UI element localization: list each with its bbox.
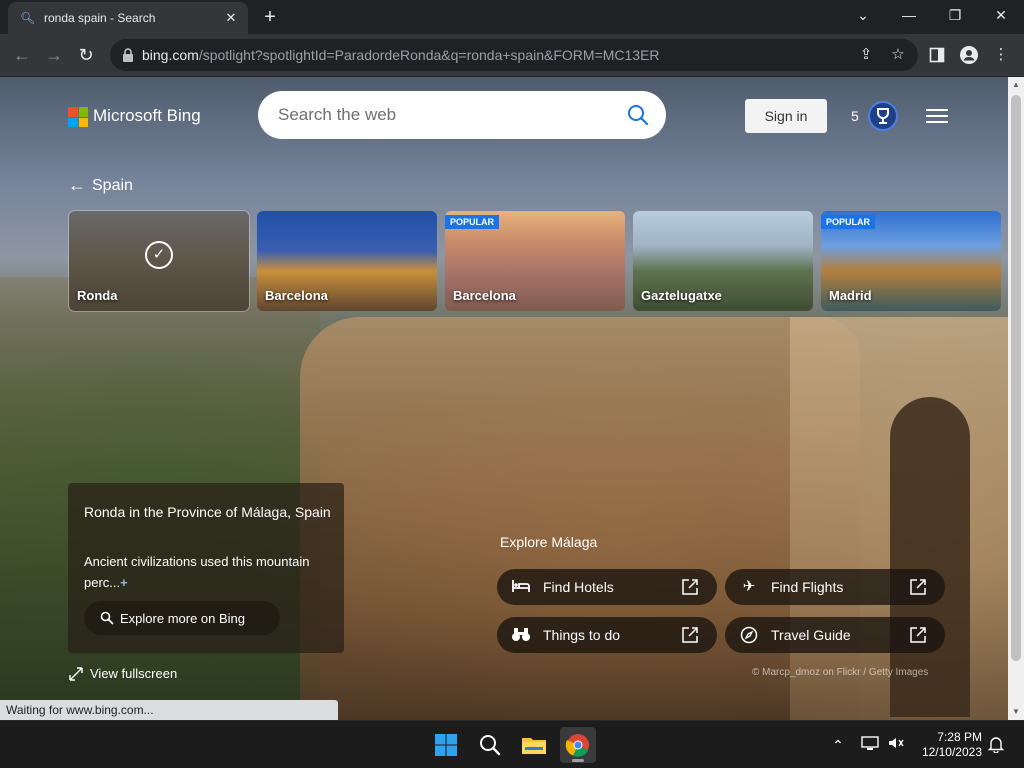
travel-guide-button[interactable]: Travel Guide [725, 617, 945, 653]
search-icon[interactable] [626, 103, 650, 127]
search-box[interactable] [258, 91, 666, 139]
scrollbar-thumb[interactable] [1011, 95, 1021, 661]
view-fullscreen-link[interactable]: View fullscreen [68, 665, 177, 682]
browser-toolbar: ← → ↻ bing.com/spotlight?spotlightId=Par… [0, 34, 1024, 76]
brand-name: Microsoft Bing [93, 106, 201, 125]
popular-badge: POPULAR [821, 215, 876, 229]
hamburger-menu-icon[interactable] [926, 109, 948, 123]
browser-tab[interactable]: 🔍︎ ronda spain - Search ✕ [8, 2, 248, 34]
profile-avatar-icon[interactable] [958, 44, 980, 66]
carousel-card-barcelona[interactable]: Barcelona [257, 211, 437, 311]
system-clock[interactable]: 7:28 PM 12/10/2023 [916, 730, 982, 760]
find-hotels-button[interactable]: Find Hotels [497, 569, 717, 605]
bed-icon [511, 578, 531, 596]
external-link-icon [910, 627, 926, 643]
left-arrow-icon: ← [68, 175, 86, 195]
find-flights-button[interactable]: ✈ Find Flights [725, 569, 945, 605]
tab-close-icon[interactable]: ✕ [222, 9, 240, 27]
share-icon[interactable]: ⇪ [856, 45, 876, 65]
minimize-button[interactable]: — [886, 0, 932, 30]
things-to-do-label: Things to do [543, 627, 621, 643]
sign-in-button[interactable]: Sign in [745, 99, 827, 133]
bookmark-star-icon[interactable]: ☆ [888, 45, 908, 65]
view-fullscreen-label: View fullscreen [90, 666, 178, 682]
reload-icon[interactable]: ↻ [73, 42, 99, 68]
expand-plus-icon[interactable]: + [120, 575, 128, 590]
rewards-points[interactable]: 5 [851, 108, 859, 124]
status-bubble: Waiting for www.bing.com... [0, 700, 338, 720]
airplane-icon: ✈ [742, 578, 756, 595]
carousel-card-barcelona-popular[interactable]: POPULAR Barcelona [445, 211, 625, 311]
find-hotels-label: Find Hotels [543, 579, 614, 595]
chrome-taskbar-icon[interactable] [560, 727, 596, 763]
info-panel: Ronda in the Province of Málaga, Spain A… [68, 483, 344, 653]
kebab-menu-icon[interactable]: ⋮ [990, 44, 1012, 66]
restore-button[interactable]: ❐ [932, 0, 978, 30]
address-bar[interactable]: bing.com/spotlight?spotlightId=Paradorde… [110, 39, 918, 71]
external-link-icon [910, 579, 926, 595]
image-headline: Ronda in the Province of Málaga, Spain [84, 504, 331, 520]
scroll-down-icon[interactable]: ▼ [1008, 704, 1024, 720]
forward-arrow-icon[interactable]: → [41, 42, 67, 68]
find-flights-label: Find Flights [771, 579, 844, 595]
carousel-card-gaztelugatxe[interactable]: Gaztelugatxe [633, 211, 813, 311]
checkmark-icon: ✓ [145, 241, 173, 269]
image-credit: © Marcp_dmoz on Flickr / Getty Images [752, 667, 929, 678]
scroll-up-icon[interactable]: ▲ [1008, 77, 1024, 93]
windows-taskbar: ⌃ 7:28 PM 12/10/2023 [0, 720, 1024, 768]
url-text: bing.com/spotlight?spotlightId=Paradorde… [142, 47, 660, 63]
back-arrow-icon[interactable]: ← [9, 42, 35, 68]
explore-heading: Explore Málaga [500, 534, 598, 550]
explore-more-label: Explore more on Bing [120, 611, 246, 626]
side-panel-icon[interactable] [926, 44, 948, 66]
search-favicon-icon: 🔍︎ [20, 11, 36, 25]
external-link-icon [682, 579, 698, 595]
carousel-card-madrid[interactable]: POPULAR Madrid [821, 211, 1001, 311]
new-tab-button[interactable]: + [258, 6, 282, 28]
image-description: Ancient civilizations used this mountain… [84, 554, 310, 590]
card-label: Gaztelugatxe [641, 288, 722, 303]
travel-guide-label: Travel Guide [771, 627, 851, 643]
search-input[interactable] [278, 101, 618, 129]
back-to-spain-link[interactable]: ← Spain [68, 175, 133, 196]
active-app-indicator [572, 759, 584, 762]
compass-icon [739, 626, 759, 644]
explore-more-button[interactable]: Explore more on Bing [84, 601, 280, 635]
volume-muted-icon[interactable] [886, 735, 906, 755]
file-explorer-icon[interactable] [516, 727, 552, 763]
binoculars-icon [511, 626, 531, 644]
page-scrollbar[interactable]: ▲ ▼ [1008, 77, 1024, 720]
popular-badge: POPULAR [445, 215, 500, 229]
spotlight-page: Microsoft Bing Sign in 5 ← Spain ✓ Ronda … [0, 77, 1008, 720]
tab-title: ronda spain - Search [44, 11, 156, 25]
external-link-icon [682, 627, 698, 643]
browser-tab-strip: 🔍︎ ronda spain - Search ✕ + ⌄ — ❐ ✕ [0, 0, 1024, 34]
card-label: Barcelona [453, 288, 516, 303]
breadcrumb-label: Spain [92, 176, 133, 194]
search-icon [100, 611, 114, 625]
card-label: Madrid [829, 288, 872, 303]
clock-time: 7:28 PM [937, 730, 982, 744]
lock-icon [123, 48, 133, 62]
windows-start-icon[interactable] [428, 727, 464, 763]
window-close-button[interactable]: ✕ [978, 0, 1024, 30]
clock-date: 12/10/2023 [921, 745, 982, 759]
card-label: Barcelona [265, 288, 328, 303]
background-cliffs [300, 317, 860, 720]
expand-icon [69, 666, 83, 681]
network-icon[interactable] [860, 735, 880, 755]
things-to-do-button[interactable]: Things to do [497, 617, 717, 653]
carousel-card-ronda[interactable]: ✓ Ronda [68, 210, 250, 312]
microsoft-logo-icon [68, 107, 88, 127]
notification-bell-icon[interactable] [986, 735, 1006, 755]
rewards-trophy-icon[interactable] [868, 101, 898, 131]
card-label: Ronda [77, 288, 118, 303]
taskbar-search-icon[interactable] [472, 727, 508, 763]
tab-search-icon[interactable]: ⌄ [840, 0, 886, 30]
hidden-icons-chevron-icon[interactable]: ⌃ [828, 735, 848, 755]
